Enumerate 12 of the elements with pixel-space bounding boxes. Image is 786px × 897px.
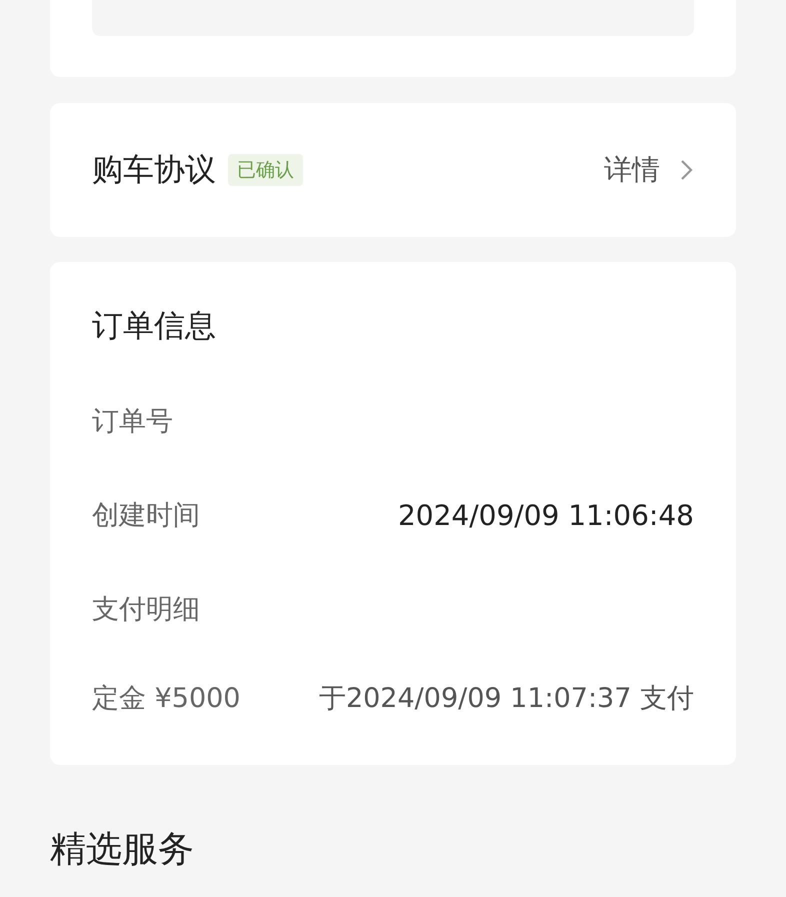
- field-label: 订单号: [92, 405, 173, 439]
- section-title: 订单信息: [92, 307, 217, 346]
- agreement-title: 购车协议: [92, 151, 216, 190]
- field-value: 于2024/09/09 11:07:37 支付: [318, 682, 694, 716]
- field-label: 支付明细: [92, 593, 200, 627]
- status-badge: 已确认: [228, 154, 303, 186]
- field-label: 定金 ¥5000: [92, 682, 240, 716]
- field-label: 创建时间: [92, 499, 200, 533]
- field-value: 2024/09/09 11:06:48: [398, 498, 694, 532]
- chevron-right-icon[interactable]: [680, 158, 694, 182]
- details-link[interactable]: 详情: [604, 151, 660, 189]
- section-title: 精选服务: [50, 828, 195, 872]
